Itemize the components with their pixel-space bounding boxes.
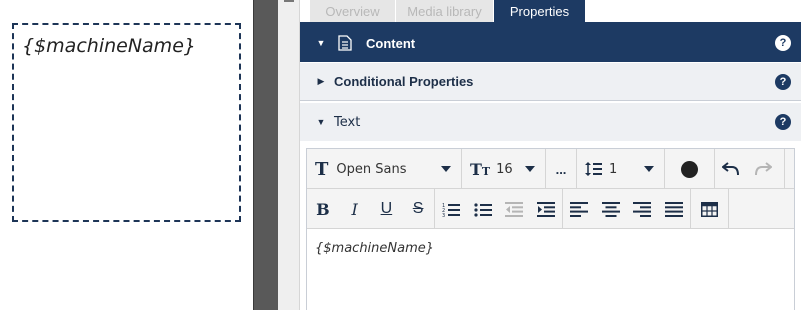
undo-icon	[722, 162, 739, 176]
help-icon[interactable]: ?	[775, 35, 791, 51]
alignment-group	[563, 189, 691, 229]
bullet-list-button[interactable]	[467, 189, 499, 229]
insert-table-button[interactable]	[691, 189, 729, 229]
align-center-button[interactable]	[595, 189, 627, 229]
caret-down-icon: ▼	[316, 38, 326, 48]
editor-toolbar-row-2: B I U S 1 2 3	[307, 189, 794, 229]
align-center-icon	[601, 201, 620, 217]
italic-icon[interactable]: I	[339, 189, 371, 229]
caret-down-icon: ▼	[316, 117, 326, 127]
more-icon: ...	[555, 161, 567, 177]
redo-button[interactable]	[747, 149, 779, 189]
dropdown-caret-icon	[441, 166, 451, 172]
bullet-list-icon	[474, 202, 492, 217]
outdent-button[interactable]	[499, 189, 531, 229]
underline-icon[interactable]: U	[371, 189, 403, 229]
color-swatch-icon	[681, 160, 698, 178]
ordered-list-button[interactable]: 1 2 3	[435, 189, 467, 229]
align-left-button[interactable]	[563, 189, 595, 229]
font-size-select[interactable]: TT 16	[462, 149, 546, 189]
dropdown-caret-icon	[525, 166, 535, 172]
svg-text:3: 3	[442, 213, 445, 217]
line-height-value: 1	[609, 161, 618, 177]
undo-button[interactable]	[715, 149, 747, 189]
tab-overview[interactable]: Overview	[310, 0, 395, 22]
section-text-title: Text	[334, 114, 361, 130]
font-family-select[interactable]: T Open Sans	[307, 149, 462, 189]
align-justify-icon	[665, 201, 684, 217]
redo-icon	[755, 162, 772, 176]
document-icon	[338, 35, 352, 51]
indent-button[interactable]	[530, 189, 562, 229]
align-right-button[interactable]	[627, 189, 659, 229]
splitter-grip	[284, 0, 294, 2]
align-justify-button[interactable]	[658, 189, 690, 229]
bold-icon[interactable]: B	[307, 189, 339, 229]
section-conditional-title: Conditional Properties	[334, 74, 474, 89]
design-canvas: {$machineName}	[0, 0, 253, 310]
editor-content-area[interactable]: {$machineName}	[307, 229, 794, 310]
rich-text-editor: T Open Sans TT 16 ... 1 B I U S 1 2 3 {$…	[306, 148, 795, 310]
section-conditional-header[interactable]: ▶ Conditional Properties ?	[300, 63, 801, 101]
align-right-icon	[633, 201, 652, 217]
canvas-gutter	[253, 0, 278, 310]
properties-panel: Overview Media library Properties ▼ Cont…	[300, 0, 801, 310]
outdent-icon	[505, 201, 524, 217]
font-size-value: 16	[496, 161, 513, 177]
indent-icon	[537, 201, 556, 217]
help-icon[interactable]: ?	[775, 73, 791, 90]
line-height-icon	[585, 162, 602, 176]
table-icon	[701, 201, 718, 217]
format-group: B I U S	[307, 189, 435, 229]
tab-bar: Overview Media library Properties	[300, 0, 801, 24]
section-text-header[interactable]: ▼ Text ?	[300, 103, 801, 141]
font-icon: T	[315, 158, 329, 180]
font-family-value: Open Sans	[336, 161, 407, 177]
tab-properties[interactable]: Properties	[494, 0, 585, 22]
text-element-content: {$machineName}	[22, 35, 196, 57]
dropdown-caret-icon	[644, 166, 654, 172]
tab-media-library[interactable]: Media library	[396, 0, 493, 22]
text-element[interactable]: {$machineName}	[12, 23, 241, 222]
line-height-select[interactable]: 1	[577, 149, 665, 189]
editor-toolbar-row-1: T Open Sans TT 16 ... 1	[307, 149, 794, 189]
history-group	[715, 149, 785, 189]
panel-splitter[interactable]	[278, 0, 300, 310]
caret-right-icon: ▶	[317, 76, 325, 86]
editor-content-text: {$machineName}	[315, 241, 435, 256]
ordered-list-icon: 1 2 3	[442, 203, 460, 217]
help-icon[interactable]: ?	[775, 114, 791, 130]
section-content-title: Content	[366, 35, 416, 51]
font-size-icon: TT	[470, 159, 491, 179]
strikethrough-icon[interactable]: S	[402, 189, 434, 229]
list-indent-group: 1 2 3	[435, 189, 563, 229]
align-left-icon	[569, 201, 588, 217]
text-color-button[interactable]	[665, 149, 715, 189]
more-button[interactable]: ...	[546, 149, 577, 189]
section-content-header[interactable]: ▼ Content ?	[300, 24, 801, 62]
